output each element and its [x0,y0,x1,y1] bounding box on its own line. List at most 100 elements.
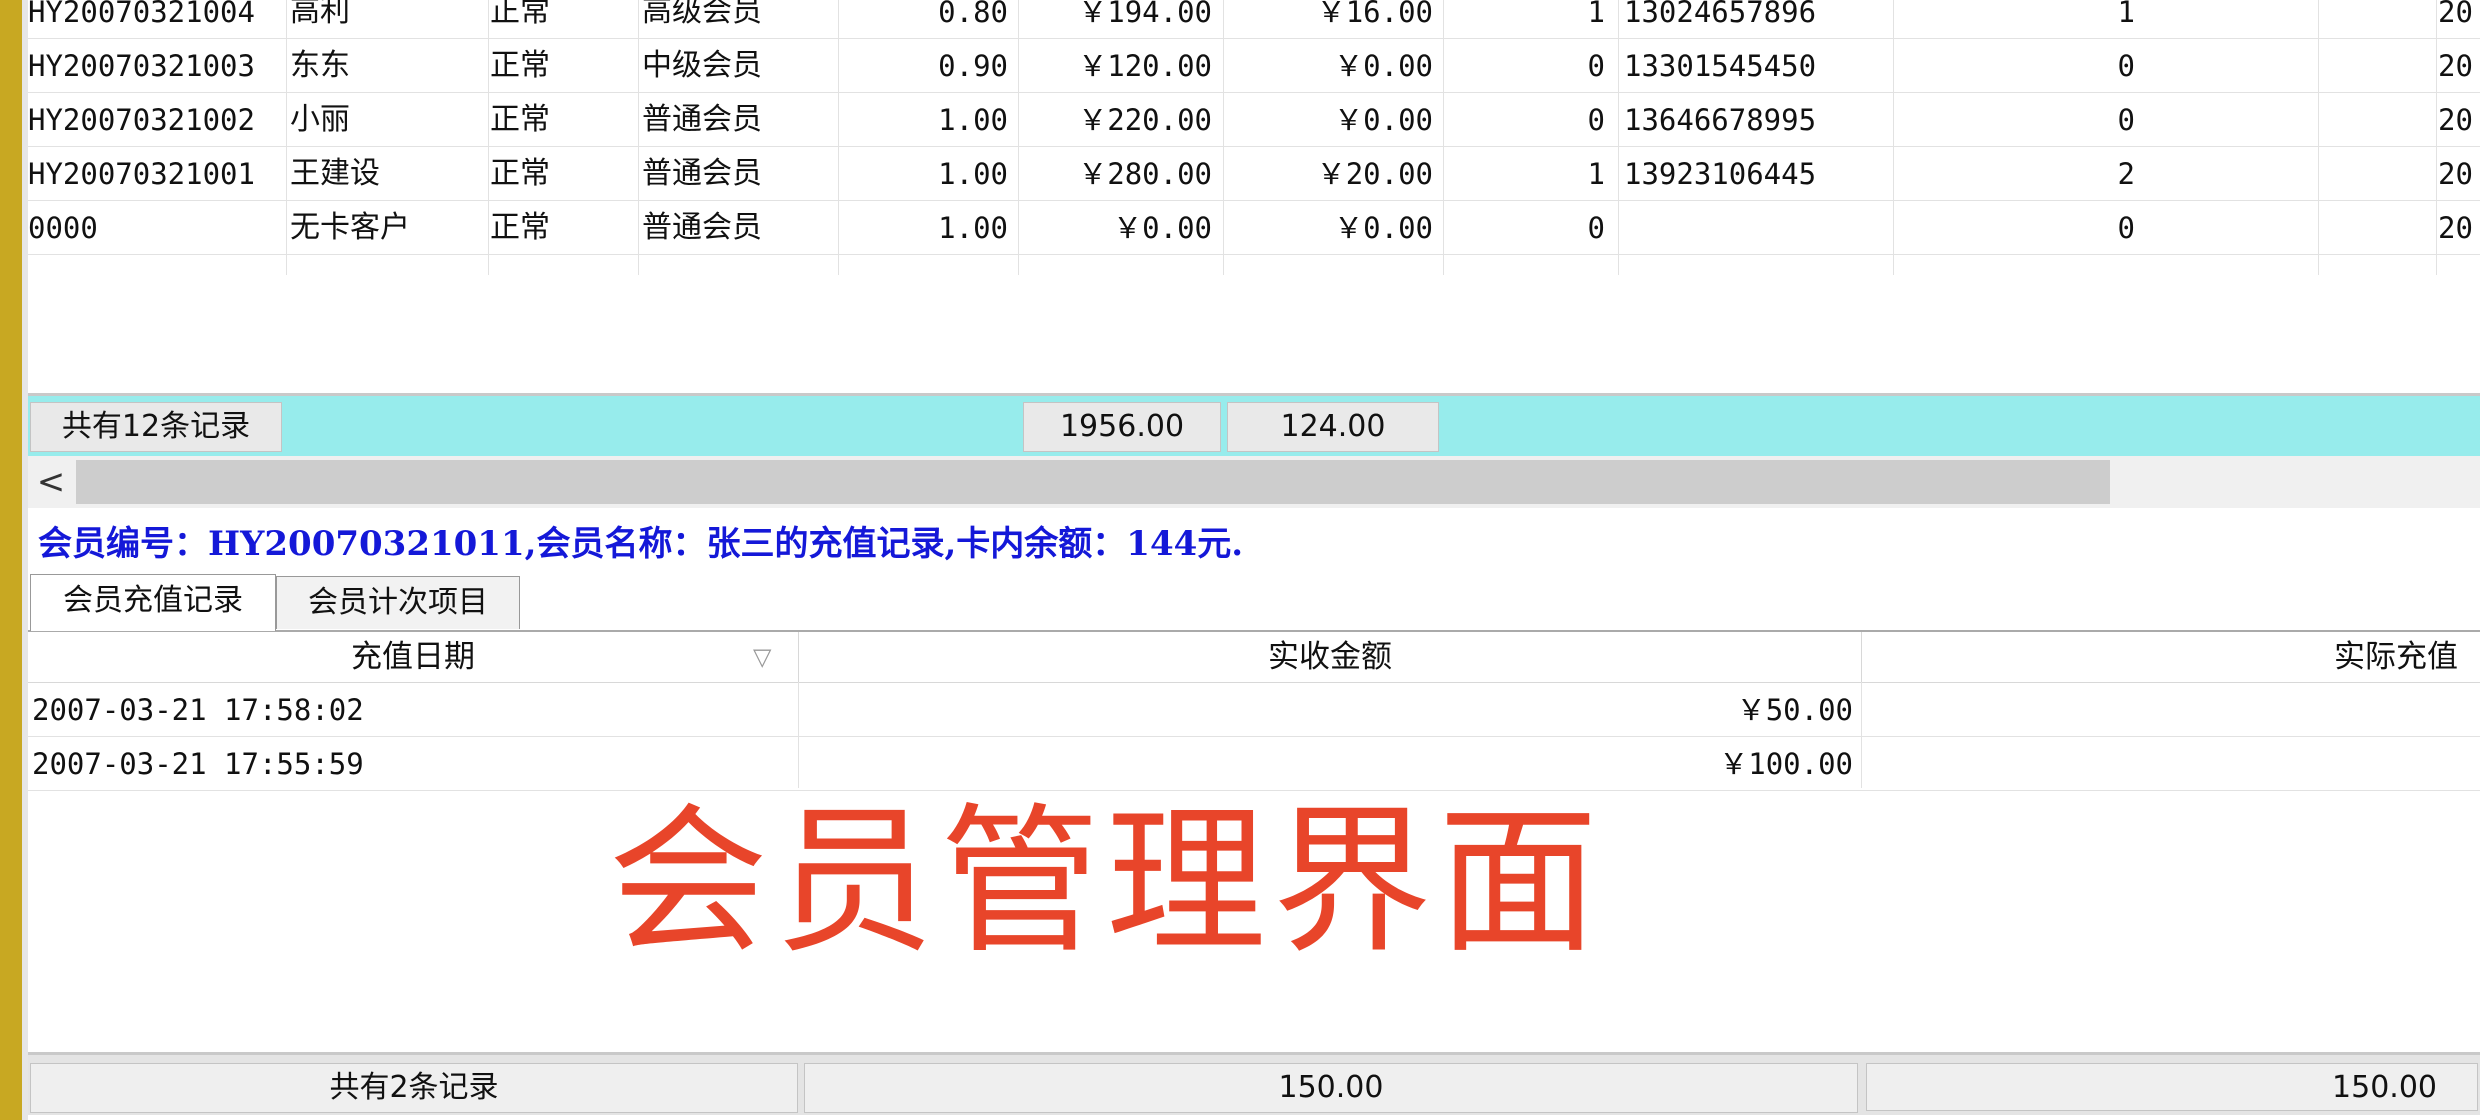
member-discount-cell: 1.00 [938,157,1008,191]
member-phone-cell: 13646678995 [1624,103,1817,137]
recharge-actual-cell [1862,738,2462,790]
column-header-received[interactable]: 实收金额 [799,632,1862,682]
member-name-cell: 东东 [290,48,350,83]
grid-col-divider [838,0,839,275]
member-row[interactable]: 0000 无卡客户 正常 普通会员 1.00 ￥0.00 ￥0.00 0 0 20 [28,202,2480,255]
member-times-cell: 0 [2117,211,2135,245]
horizontal-scrollbar[interactable]: < [28,456,2480,508]
record-count: 共有12条记录 [30,402,282,452]
tab-recharge-records[interactable]: 会员充值记录 [30,574,276,631]
column-header-date[interactable]: 充值日期 [28,632,799,682]
member-times-cell: 2 [2117,157,2135,191]
member-phone-cell [1618,202,1894,254]
member-name-cell: 王建设 [290,156,380,191]
member-amount-cell: ￥120.00 [1078,49,1212,83]
member-management-window: HY20070321004 高利 正常 高级会员 0.80 ￥194.00 ￥16.00 1 1… [28,0,2480,1120]
grid-col-divider [1618,0,1619,275]
recharge-actual-cell [1862,684,2462,736]
member-name-cell: 小丽 [290,102,350,137]
grid-col-divider [798,682,799,788]
member-count-cell: 0 [1587,49,1605,83]
member-id-cell: HY20070321004 [28,0,255,29]
recharge-grid-header: 充值日期 ▽ 实收金额 实际充值 [28,632,2480,683]
member-discount-cell: 1.00 [938,103,1008,137]
recharge-received-cell: ￥100.00 [1719,747,1853,781]
received-total: 150.00 [804,1063,1858,1113]
member-level-cell: 普通会员 [642,102,762,137]
recharge-summary-bar: 共有2条记录 150.00 150.00 [28,1052,2480,1115]
member-recharge-info: 会员编号：HY20070321011,会员名称：张三的充值记录,卡内余额：144… [38,524,1244,564]
actual-total: 150.00 [1866,1063,2478,1111]
member-balance-cell: ￥16.00 [1316,0,1433,29]
member-grid: HY20070321004 高利 正常 高级会员 0.80 ￥194.00 ￥16.00 1 1… [28,0,2480,390]
member-date-cell: 20 [2438,103,2473,137]
grid-col-divider [488,0,489,275]
member-date-cell: 20 [2438,49,2473,83]
member-status-cell: 正常 [490,156,550,191]
member-phone-cell: 13301545450 [1624,49,1817,83]
member-id-cell: 0000 [28,211,98,245]
window-left-border [0,0,22,1120]
member-discount-cell: 1.00 [938,211,1008,245]
scroll-thumb[interactable] [76,460,2110,504]
tab-count-items[interactable]: 会员计次项目 [276,576,520,629]
grid-col-divider [286,0,287,275]
member-date-cell: 20 [2438,157,2473,191]
sort-descending-icon[interactable]: ▽ [753,632,771,682]
member-row[interactable]: HY20070321004 高利 正常 高级会员 0.80 ￥194.00 ￥16.00 1 1… [28,0,2480,39]
recharge-row[interactable]: 2007-03-21 17:55:59 ￥100.00 [28,738,2480,791]
recharge-date-cell: 2007-03-21 17:55:59 [32,747,364,781]
member-count-cell: 1 [1587,0,1605,29]
member-discount-cell: 0.80 [938,0,1008,29]
recharge-record-count: 共有2条记录 [30,1063,798,1113]
grid-col-divider [2436,0,2437,275]
member-date-cell: 20 [2438,0,2473,29]
member-amount-cell: ￥0.00 [1113,211,1212,245]
member-balance-cell: ￥0.00 [1334,211,1433,245]
member-level-cell: 高级会员 [642,0,762,29]
member-balance-cell: ￥0.00 [1334,49,1433,83]
grid-col-divider [1018,0,1019,275]
scroll-left-arrow-icon[interactable]: < [28,456,74,508]
member-times-cell: 0 [2117,103,2135,137]
member-row[interactable]: HY20070321002 小丽 正常 普通会员 1.00 ￥220.00 ￥0.00 0 13… [28,94,2480,147]
amount-total: 1956.00 [1023,402,1221,452]
member-id-cell: HY20070321003 [28,49,255,83]
member-level-cell: 普通会员 [642,210,762,245]
detail-tabs: 会员充值记录 会员计次项目 [28,574,2480,632]
column-header-date-label: 充值日期 [351,639,475,675]
member-status-cell: 正常 [490,102,550,137]
member-summary-bar: 共有12条记录 1956.00 124.00 [28,393,2480,459]
grid-col-divider [2318,0,2319,275]
member-status-cell: 正常 [490,48,550,83]
member-status-cell: 正常 [490,0,550,29]
member-id-cell: HY20070321002 [28,103,255,137]
member-balance-cell: ￥20.00 [1316,157,1433,191]
recharge-date-cell: 2007-03-21 17:58:02 [32,693,364,727]
grid-col-divider [1223,0,1224,275]
member-level-cell: 中级会员 [642,48,762,83]
balance-total: 124.00 [1227,402,1439,452]
member-discount-cell: 0.90 [938,49,1008,83]
grid-col-divider [1893,0,1894,275]
member-count-cell: 0 [1587,211,1605,245]
member-amount-cell: ￥194.00 [1078,0,1212,29]
member-row[interactable]: HY20070321003 东东 正常 中级会员 0.90 ￥120.00 ￥0.00 0 13… [28,40,2480,93]
member-row[interactable]: HY20070321001 王建设 正常 普通会员 1.00 ￥280.00 ￥20.00 1… [28,148,2480,201]
member-count-cell: 0 [1587,103,1605,137]
column-header-actual[interactable]: 实际充值 [1862,632,2480,682]
member-balance-cell: ￥0.00 [1334,103,1433,137]
member-status-cell: 正常 [490,210,550,245]
member-phone-cell: 13923106445 [1624,157,1817,191]
grid-col-divider [1861,682,1862,788]
recharge-received-cell: ￥50.00 [1736,693,1853,727]
grid-col-divider [638,0,639,275]
member-name-cell: 无卡客户 [290,210,410,245]
member-phone-cell: 13024657896 [1624,0,1817,29]
watermark-title: 会员管理界面 [608,788,1605,975]
member-level-cell: 普通会员 [642,156,762,191]
member-count-cell: 1 [1587,157,1605,191]
member-date-cell: 20 [2438,211,2473,245]
recharge-row[interactable]: 2007-03-21 17:58:02 ￥50.00 [28,684,2480,737]
member-times-cell: 1 [2117,0,2135,29]
